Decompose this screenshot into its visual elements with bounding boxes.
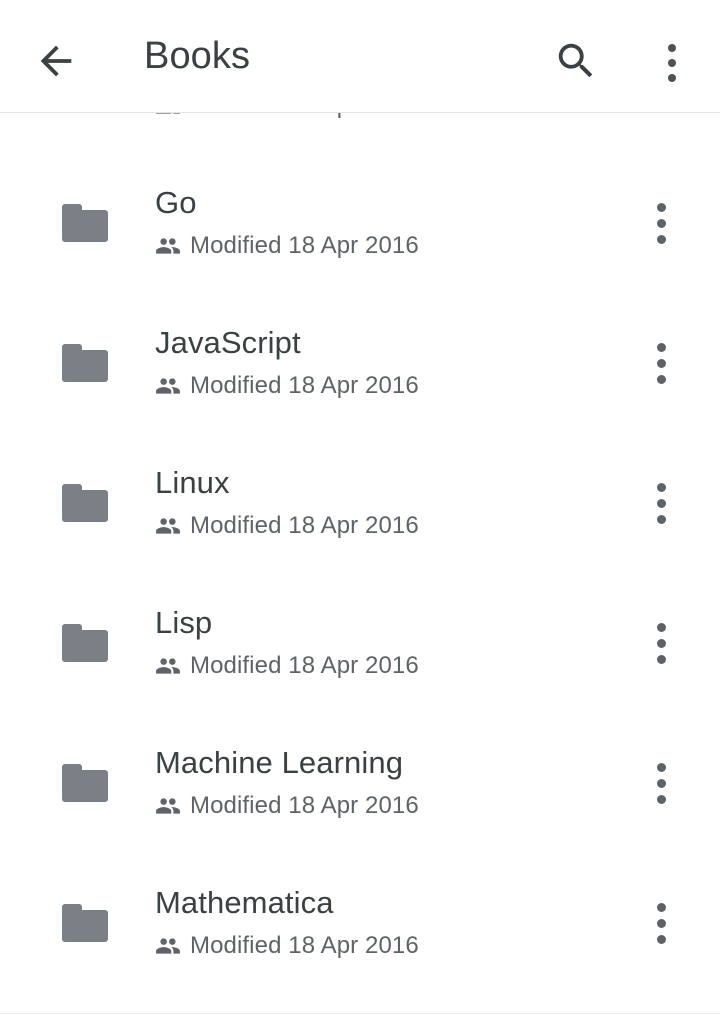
list-item-subtitle-group: Modified 18 Apr 2016 <box>155 113 419 121</box>
list-item-text: Lisp Modified 18 Apr 2016 <box>155 573 625 713</box>
list-item-subtitle-group: Modified 18 Apr 2016 <box>155 931 419 961</box>
list-item-overflow-menu-button[interactable] <box>631 193 691 253</box>
list-item-subtitle: Modified 18 Apr 2016 <box>190 232 419 260</box>
list-item-subtitle: Modified 18 Apr 2016 <box>190 512 419 540</box>
people-shared-icon <box>155 513 181 539</box>
app-bar-overflow-menu-button[interactable] <box>645 33 699 93</box>
list-item[interactable]: Machine Learning Modified 18 Apr 2016 <box>0 713 720 853</box>
arrow-back-icon <box>33 38 79 89</box>
more-vert-icon <box>657 903 666 944</box>
people-shared-icon <box>155 233 181 259</box>
list-item-text: Mathematica Modified 18 Apr 2016 <box>155 853 625 993</box>
folder-icon <box>62 484 108 522</box>
list-item-subtitle: Modified 18 Apr 2016 <box>190 372 419 400</box>
more-vert-icon <box>657 623 666 664</box>
list-item-subtitle-group: Modified 18 Apr 2016 <box>155 231 419 261</box>
list-item-title: Linux <box>155 465 230 501</box>
list-item-title: Go <box>155 185 197 221</box>
list-item[interactable]: Lisp Modified 18 Apr 2016 <box>0 573 720 713</box>
top-app-bar: Books <box>0 0 720 113</box>
list-item-text: Modified 18 Apr 2016 <box>155 113 625 153</box>
people-shared-icon <box>155 113 181 119</box>
folder-icon <box>62 764 108 802</box>
list-item-subtitle: Modified 18 Apr 2016 <box>190 652 419 680</box>
list-item-text: Go Modified 18 Apr 2016 <box>155 153 625 293</box>
list-item[interactable]: JavaScript Modified 18 Apr 2016 <box>0 293 720 433</box>
folder-icon <box>62 204 108 242</box>
back-button[interactable] <box>26 33 86 93</box>
more-vert-icon <box>657 343 666 384</box>
list-item[interactable]: Linux Modified 18 Apr 2016 <box>0 433 720 573</box>
people-shared-icon <box>155 653 181 679</box>
folder-icon <box>62 624 108 662</box>
list-item-title: Lisp <box>155 605 212 641</box>
list-item-subtitle: Modified 18 Apr 2016 <box>190 113 419 120</box>
list-item-overflow-menu-button[interactable] <box>631 753 691 813</box>
file-list[interactable]: Modified 18 Apr 2016 Go Modified 18 Apr … <box>0 113 720 1013</box>
list-item-title: Mathematica <box>155 885 334 921</box>
more-vert-icon <box>657 483 666 524</box>
list-item[interactable]: Go Modified 18 Apr 2016 <box>0 153 720 293</box>
more-vert-icon <box>668 44 676 82</box>
list-item-subtitle-group: Modified 18 Apr 2016 <box>155 791 419 821</box>
file-list-content: Modified 18 Apr 2016 Go Modified 18 Apr … <box>0 113 720 993</box>
list-item-overflow-menu-button[interactable] <box>631 473 691 533</box>
people-shared-icon <box>155 373 181 399</box>
search-button[interactable] <box>546 33 606 93</box>
page-title: Books <box>144 0 250 112</box>
list-item-partial[interactable]: Modified 18 Apr 2016 <box>0 113 720 153</box>
folder-icon <box>62 904 108 942</box>
list-item-overflow-menu-button[interactable] <box>631 613 691 673</box>
list-item-overflow-menu-button[interactable] <box>631 333 691 393</box>
bottom-divider <box>0 1013 720 1014</box>
list-item-subtitle: Modified 18 Apr 2016 <box>190 932 419 960</box>
list-item-subtitle-group: Modified 18 Apr 2016 <box>155 371 419 401</box>
more-vert-icon <box>657 763 666 804</box>
list-item-text: Machine Learning Modified 18 Apr 2016 <box>155 713 625 853</box>
list-item-title: Machine Learning <box>155 745 403 781</box>
more-vert-icon <box>657 203 666 244</box>
list-item-text: Linux Modified 18 Apr 2016 <box>155 433 625 573</box>
people-shared-icon <box>155 793 181 819</box>
list-item-subtitle-group: Modified 18 Apr 2016 <box>155 651 419 681</box>
list-item-title: JavaScript <box>155 325 301 361</box>
list-item-overflow-menu-button[interactable] <box>631 893 691 953</box>
list-item-subtitle-group: Modified 18 Apr 2016 <box>155 511 419 541</box>
list-item-text: JavaScript Modified 18 Apr 2016 <box>155 293 625 433</box>
search-icon <box>553 38 599 89</box>
list-item[interactable]: Mathematica Modified 18 Apr 2016 <box>0 853 720 993</box>
list-item-subtitle: Modified 18 Apr 2016 <box>190 792 419 820</box>
folder-icon <box>62 344 108 382</box>
people-shared-icon <box>155 933 181 959</box>
